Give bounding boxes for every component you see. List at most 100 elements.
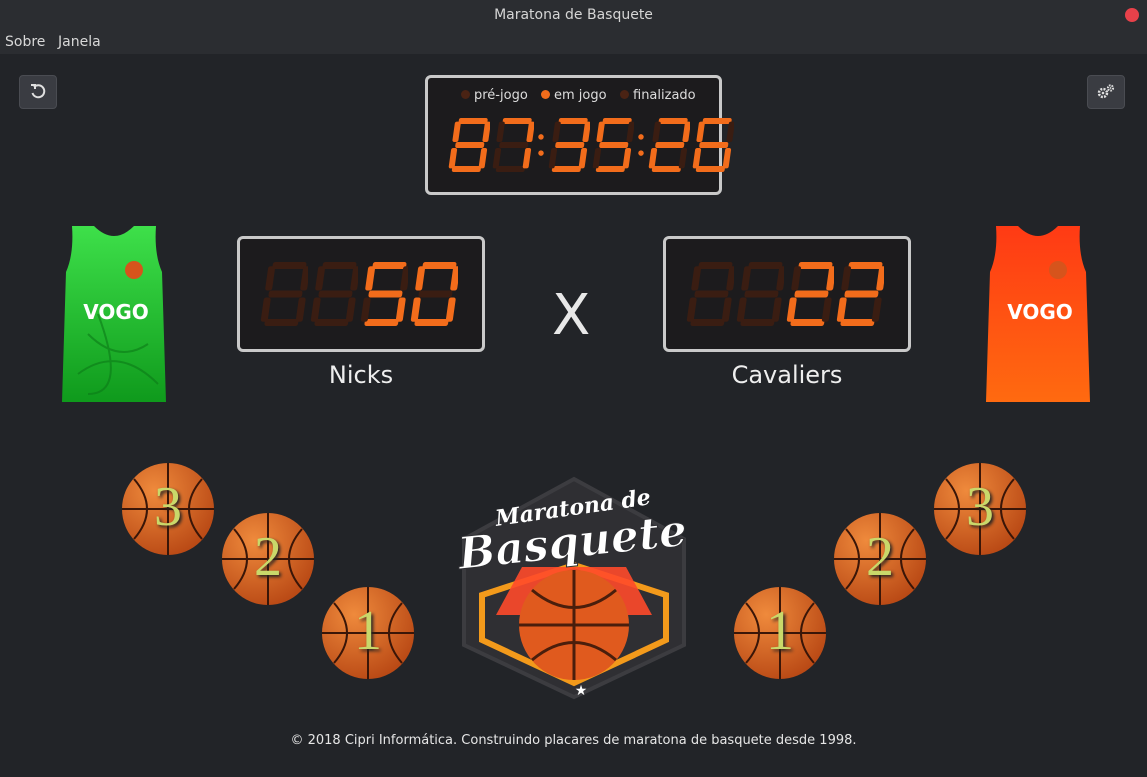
segment: [395, 297, 406, 322]
segment: [368, 290, 403, 298]
segment: [260, 297, 271, 322]
away-score-display: [686, 262, 886, 326]
segment: [264, 319, 299, 326]
svg-text:VOGO: VOGO: [1007, 300, 1073, 324]
segment: [314, 319, 349, 326]
segment: [522, 148, 532, 169]
segment: [740, 319, 775, 326]
segment: [836, 297, 847, 322]
jersey-badge: [1049, 261, 1067, 279]
segment: [300, 266, 308, 291]
reset-button[interactable]: [19, 75, 57, 109]
segment: [841, 266, 852, 291]
seven-segment-digit: [692, 118, 734, 172]
segment: [692, 148, 702, 169]
away-team-name: Cavaliers: [731, 361, 843, 389]
segment: [655, 142, 685, 148]
segment: [744, 290, 779, 298]
segment: [698, 262, 733, 269]
seven-segment-digit: [686, 262, 734, 326]
game-clock-panel: pré-jogo em jogo finalizado: [425, 75, 734, 195]
status-pre-game: pré-jogo: [461, 88, 528, 103]
title-bar: Maratona de Basquete: [0, 0, 1147, 33]
status-finished: finalizado: [620, 88, 696, 103]
home-score-display: [260, 262, 460, 326]
menu-item-janela[interactable]: Janela: [58, 34, 101, 50]
home-add-2-points-button[interactable]: 2: [220, 511, 316, 607]
segment: [265, 266, 276, 291]
away-score-panel: [663, 236, 911, 352]
seven-segment-digit: [786, 262, 834, 326]
settings-button[interactable]: [1087, 75, 1125, 109]
segment: [548, 148, 558, 169]
segment: [595, 166, 625, 172]
gears-icon: [1097, 84, 1115, 99]
segment: [418, 290, 453, 298]
away-add-2-points-button[interactable]: 2: [832, 511, 928, 607]
segment: [526, 121, 534, 142]
seven-segment-digit: [648, 118, 690, 172]
colon-separator: [538, 134, 544, 156]
colon-dot: [538, 134, 544, 140]
colon-dot: [638, 134, 644, 140]
seven-segment-digit: [736, 262, 784, 326]
segment: [821, 297, 832, 322]
segment: [844, 290, 879, 298]
seven-segment-digit: [448, 118, 490, 172]
segment: [651, 166, 681, 172]
segment: [415, 266, 426, 291]
maratona-logo: Maratona de Basquete ★: [453, 476, 690, 700]
footer-copyright: © 2018 Cipri Informática. Construindo pl…: [290, 733, 857, 748]
segment: [726, 121, 734, 142]
seven-segment-digit: [260, 262, 308, 326]
away-add-1-points-button[interactable]: 1: [732, 585, 828, 681]
segment: [360, 297, 371, 322]
segment: [482, 121, 490, 142]
seven-segment-digit: [492, 118, 534, 172]
segment: [741, 266, 752, 291]
segment: [848, 262, 883, 269]
points-label: 2: [866, 526, 894, 588]
segment: [840, 319, 875, 326]
segment: [648, 148, 658, 169]
segment: [552, 121, 561, 142]
segment: [315, 266, 326, 291]
segment: [776, 266, 784, 291]
svg-text:VOGO: VOGO: [83, 300, 149, 324]
undo-icon: [31, 84, 46, 99]
points-label: 3: [966, 476, 994, 538]
seven-segment-digit: [360, 262, 408, 326]
segment: [722, 148, 732, 169]
segment: [578, 148, 588, 169]
segment: [602, 118, 632, 124]
away-add-3-points-button[interactable]: 3: [932, 461, 1028, 557]
segment: [682, 121, 690, 142]
segment: [268, 290, 303, 298]
segment: [455, 142, 485, 148]
segment: [696, 121, 705, 142]
segment: [599, 142, 629, 148]
segment: [400, 266, 408, 291]
segment: [726, 266, 734, 291]
segment: [452, 121, 461, 142]
seven-segment-digit: [592, 118, 634, 172]
segment: [794, 290, 829, 298]
home-add-3-points-button[interactable]: 3: [120, 461, 216, 557]
segment: [771, 297, 782, 322]
segment: [551, 166, 581, 172]
segment: [372, 262, 407, 269]
segment: [798, 262, 833, 269]
close-window-button[interactable]: [1125, 8, 1139, 22]
segment: [791, 266, 802, 291]
colon-separator: [638, 134, 644, 156]
menu-item-sobre[interactable]: Sobre: [5, 34, 45, 50]
segment: [502, 118, 532, 124]
points-label: 2: [254, 526, 282, 588]
home-add-1-points-button[interactable]: 1: [320, 585, 416, 681]
segment: [826, 266, 834, 291]
home-jersey: VOGO: [62, 226, 166, 402]
status-dot: [541, 90, 550, 99]
segment: [555, 142, 585, 148]
seven-segment-digit: [410, 262, 458, 326]
segment: [365, 266, 376, 291]
